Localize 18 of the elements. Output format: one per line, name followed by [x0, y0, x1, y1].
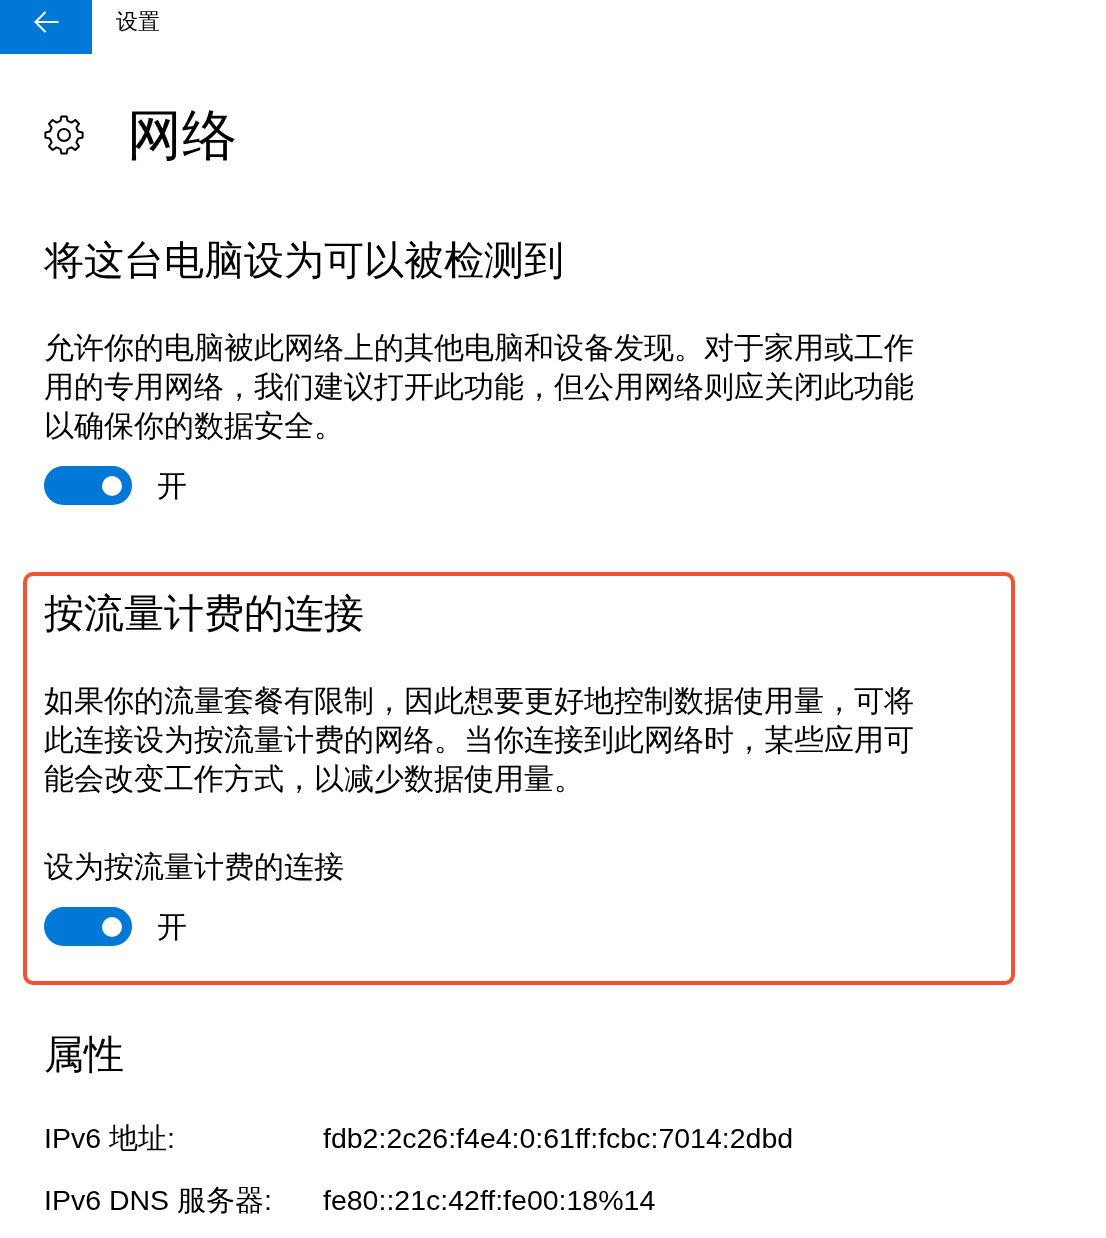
property-label: IPv6 地址: — [44, 1121, 175, 1156]
toggle-switch[interactable] — [44, 466, 132, 505]
settings-icon — [44, 115, 84, 155]
section-heading: 属性 — [44, 1031, 124, 1078]
app-title: 设置 — [116, 8, 160, 36]
property-value: fe80::21c:42ff:fe00:18%14 — [323, 1183, 656, 1218]
toggle-label: 设为按流量计费的连接 — [44, 849, 344, 885]
section-description: 允许你的电脑被此网络上的其他电脑和设备发现。对于家用或工作用的专用网络，我们建议打开此功能，但公用网络则应关闭此功能以确保你的数据安全。 — [44, 330, 915, 444]
toggle-switch[interactable] — [44, 907, 132, 946]
section-description: 如果你的流量套餐有限制，因此想要更好地控制数据使用量，可将此连接设为按流量计费的网络。当你连接到此网络时，某些应用可能会改变工作方式，以减少数据使用量。 — [44, 683, 915, 797]
toggle-state-label: 开 — [157, 909, 187, 945]
property-value: fdb2:2c26:f4e4:0:61ff:fcbc:7014:2dbd — [323, 1121, 794, 1156]
property-label: IPv6 DNS 服务器: — [44, 1183, 272, 1218]
toggle-state-label: 开 — [157, 468, 187, 504]
page-title: 网络 — [127, 103, 237, 167]
arrow-left-icon — [33, 11, 59, 33]
section-heading: 按流量计费的连接 — [44, 590, 364, 637]
section-heading: 将这台电脑设为可以被检测到 — [44, 237, 564, 284]
